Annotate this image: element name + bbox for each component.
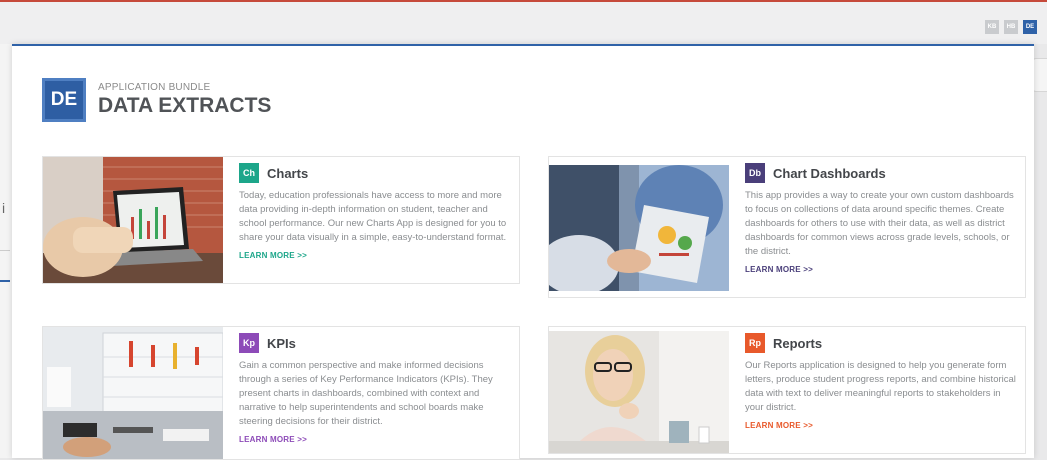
kpis-learn-more-link[interactable]: LEARN MORE >> — [239, 435, 513, 444]
kpis-description: Gain a common perspective and make infor… — [239, 360, 493, 427]
background-accent-line — [0, 280, 10, 282]
side-handle[interactable] — [1032, 58, 1047, 92]
charts-photo — [43, 157, 223, 283]
app-card-reports[interactable]: Rp Reports Our Reports application is de… — [548, 326, 1026, 454]
app-card-chart-dashboards[interactable]: Db Chart Dashboards This app provides a … — [548, 156, 1026, 298]
app-switcher: KB HB DE — [985, 20, 1037, 34]
chart-dashboards-description: This app provides a way to create your o… — [745, 190, 1014, 257]
chart-dashboards-app-icon: Db — [745, 163, 765, 183]
kpis-photo — [43, 327, 223, 459]
app-card-charts[interactable]: Ch Charts Today, education professionals… — [42, 156, 520, 284]
reports-title[interactable]: Reports — [773, 336, 822, 351]
charts-title[interactable]: Charts — [267, 166, 308, 181]
chart-dashboards-photo — [549, 165, 729, 291]
reports-app-icon: Rp — [745, 333, 765, 353]
background-divider — [0, 250, 10, 251]
bundle-logo: DE — [42, 78, 86, 122]
chart-dashboards-title[interactable]: Chart Dashboards — [773, 166, 886, 181]
reports-learn-more-link[interactable]: LEARN MORE >> — [745, 421, 1019, 430]
application-bundle-modal: DE APPLICATION BUNDLE DATA EXTRACTS Ch C… — [12, 44, 1034, 460]
background-text: i — [2, 200, 6, 216]
kpis-title[interactable]: KPIs — [267, 336, 296, 351]
bundle-title: DATA EXTRACTS — [98, 94, 272, 117]
app-card-kpis[interactable]: Kp KPIs Gain a common perspective and ma… — [42, 326, 520, 460]
hb-icon[interactable]: HB — [1004, 20, 1018, 34]
de-icon[interactable]: DE — [1023, 20, 1037, 34]
chart-dashboards-learn-more-link[interactable]: LEARN MORE >> — [745, 265, 1019, 274]
charts-app-icon: Ch — [239, 163, 259, 183]
kpis-app-icon: Kp — [239, 333, 259, 353]
background-page-edge: i — [0, 44, 12, 458]
bundle-header: DE APPLICATION BUNDLE DATA EXTRACTS — [42, 78, 271, 122]
top-bar: KB HB DE — [0, 0, 1047, 44]
charts-description: Today, education professionals have acce… — [239, 190, 507, 243]
charts-learn-more-link[interactable]: LEARN MORE >> — [239, 251, 513, 260]
bundle-subtitle: APPLICATION BUNDLE — [98, 82, 211, 93]
reports-description: Our Reports application is designed to h… — [745, 360, 1016, 413]
reports-photo — [549, 331, 729, 453]
kb-icon[interactable]: KB — [985, 20, 999, 34]
